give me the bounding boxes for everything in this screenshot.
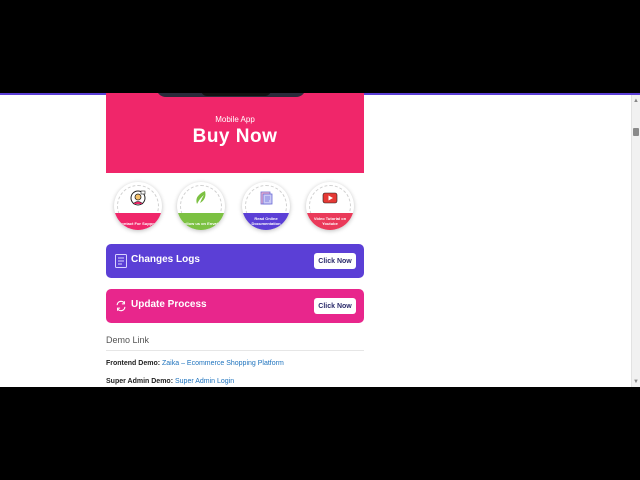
refresh-icon [116,300,126,312]
documentation-icon [260,191,273,205]
divider [106,350,364,351]
update-process-label: Update Process [131,299,207,310]
support-agent-icon [130,190,146,206]
update-process-click-now-button[interactable]: Click Now [314,298,356,314]
update-process-bar[interactable]: Update Process Click Now [106,289,364,323]
content-column: Mobile App Buy Now Contact For Support F… [106,93,364,385]
scroll-down-arrow-icon[interactable]: ▼ [633,379,639,385]
scroll-up-arrow-icon[interactable]: ▲ [633,98,639,104]
document-list-icon [115,254,127,268]
youtube-tutorial-label: Video Tutorial on Youtube [313,216,347,226]
vertical-scrollbar[interactable]: ▲ ▼ [631,95,640,387]
youtube-tutorial-card[interactable]: Video Tutorial on Youtube [306,182,354,230]
hero-subtitle: Mobile App [215,115,255,124]
documentation-card[interactable]: Read Online Documentation [242,182,290,230]
buy-now-link[interactable]: Buy Now [106,126,364,148]
follow-envato-label: Follow us on Envato [181,221,221,226]
admin-demo-line: Super Admin Demo: Super Admin Login [106,378,234,385]
contact-support-label: Contact For Support [118,221,158,226]
scrollbar-thumb[interactable] [633,128,639,136]
admin-demo-link[interactable]: Super Admin Login [175,378,234,385]
youtube-icon [322,192,338,204]
changes-logs-label: Changes Logs [131,254,200,265]
changes-logs-bar[interactable]: Changes Logs Click Now [106,244,364,278]
feature-circles: Contact For Support Follow us on Envato [106,182,364,244]
follow-envato-card[interactable]: Follow us on Envato [177,182,225,230]
frontend-demo-label: Frontend Demo: [106,360,161,367]
admin-demo-label: Super Admin Demo: [106,378,174,385]
envato-leaf-icon [196,191,206,204]
hero-banner[interactable]: Mobile App Buy Now [106,93,364,173]
frontend-demo-link[interactable]: Zaika – Ecommerce Shopping Platform [162,360,284,367]
documentation-label: Read Online Documentation [251,216,281,226]
browser-viewport: Mobile App Buy Now Contact For Support F… [0,93,640,387]
phone-notch [201,93,271,96]
changes-logs-click-now-button[interactable]: Click Now [314,253,356,269]
contact-support-card[interactable]: Contact For Support [114,182,162,230]
demo-link-heading: Demo Link [106,335,150,345]
frontend-demo-line: Frontend Demo: Zaika – Ecommerce Shoppin… [106,360,284,367]
